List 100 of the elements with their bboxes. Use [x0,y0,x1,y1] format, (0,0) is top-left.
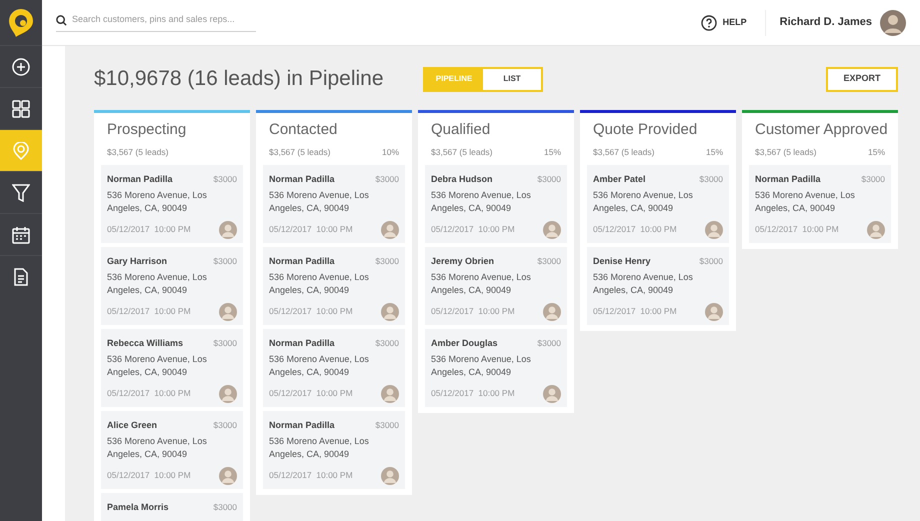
lead-amount: $3000 [861,173,885,186]
column-summary: $3,567 (5 leads) [593,146,654,158]
column-title: Customer Approved [755,120,885,140]
export-button[interactable]: EXPORT [826,66,898,92]
lead-amount: $3000 [213,173,237,186]
sidebar-item[interactable] [0,129,42,171]
lead-date: 05/12/2017 10:00 PM [107,305,191,318]
search-field[interactable]: Search customers, pins and sales reps... [56,13,256,32]
lead-card[interactable]: Norman Padilla $3000 536 Moreno Avenue, Los Angeles, CA, 90049 05/12/2017 10:00 PM [263,329,405,408]
help-icon [700,14,717,30]
avatar-icon [219,466,237,485]
lead-name: Norman Padilla [269,419,335,432]
column-percent: 15% [868,146,885,158]
lead-amount: $3000 [537,173,561,186]
lead-amount: $3000 [213,255,237,268]
column-title: Prospecting [107,120,188,140]
lead-card[interactable]: Amber Patel $3000 536 Moreno Avenue, Los Angeles, CA, 90049 05/12/2017 10:00 PM [587,165,729,244]
lead-card[interactable]: Denise Henry $3000 536 Moreno Avenue, Los Angeles, CA, 90049 05/12/2017 10:00 PM [587,247,729,326]
lead-card[interactable]: Alice Green $3000 536 Moreno Avenue, Los Angeles, CA, 90049 05/12/2017 10:00 PM [101,411,243,490]
lead-amount: $3000 [375,419,399,432]
column-summary: $3,567 (5 leads) [755,146,816,158]
lead-name: Norman Padilla [269,337,335,350]
lead-name: Rebecca Williams [107,337,183,350]
grid-icon [12,100,30,118]
column-summary: $3,567 (5 leads) [269,146,330,158]
lead-address: 536 Moreno Avenue, Los Angeles, CA, 90049 [107,434,208,461]
column-title: Quote Provided [593,120,698,140]
lead-date: 05/12/2017 10:00 PM [431,305,515,318]
lead-date: 05/12/2017 10:00 PM [593,305,677,318]
lead-card[interactable]: Gary Harrison $3000 536 Moreno Avenue, Los Angeles, CA, 90049 05/12/2017 10:00 PM [101,247,243,326]
lead-amount: $3000 [699,173,723,186]
lead-name: Norman Padilla [755,173,821,186]
lead-date: 05/12/2017 10:00 PM [593,223,677,236]
column-percent: 15% [706,146,723,158]
column-summary: $3,567 (5 leads) [431,146,492,158]
help-button[interactable]: HELP [700,10,766,36]
add-icon [12,58,30,76]
column-summary: $3,567 (5 leads) [107,146,168,158]
column-title: Qualified [431,120,492,140]
avatar-icon [381,220,399,239]
lead-date: 05/12/2017 10:00 PM [431,223,515,236]
lead-name: Alice Green [107,419,158,432]
avatar-icon [543,220,561,239]
lead-amount: $3000 [375,337,399,350]
lead-name: Pamela Morris [107,501,169,514]
lead-address: 536 Moreno Avenue, Los Angeles, CA, 90049 [107,188,208,215]
lead-amount: $3000 [375,255,399,268]
pipeline-title: $10,9678 (16 leads) in Pipeline [94,66,385,92]
lead-card[interactable]: Norman Padilla $3000 536 Moreno Avenue, Los Angeles, CA, 90049 05/12/2017 10:00 PM [263,165,405,244]
avatar-icon[interactable] [880,10,906,36]
lead-date: 05/12/2017 10:00 PM [755,223,839,236]
column-percent: 10% [382,146,399,158]
avatar-icon [705,220,723,239]
lead-address: 536 Moreno Avenue, Los Angeles, CA, 90049 [431,188,532,215]
lead-date: 05/12/2017 10:00 PM [107,469,191,482]
lead-amount: $3000 [537,337,561,350]
view-tab[interactable]: LIST [483,68,541,90]
lead-address: 536 Moreno Avenue, Los Angeles, CA, 90049 [107,270,208,297]
lead-name: Debra Hudson [431,173,493,186]
avatar-icon [543,302,561,321]
lead-card[interactable]: Norman Padilla $3000 536 Moreno Avenue, Los Angeles, CA, 90049 05/12/2017 10:00 PM [749,165,891,244]
lead-amount: $3000 [699,255,723,268]
lead-address: 536 Moreno Avenue, Los Angeles, CA, 90049 [593,270,694,297]
avatar-icon [381,384,399,403]
lead-address: 536 Moreno Avenue, Los Angeles, CA, 90049 [269,188,370,215]
lead-address: 536 Moreno Avenue, Los Angeles, CA, 90049 [107,352,208,379]
lead-date: 05/12/2017 10:00 PM [269,469,353,482]
lead-card[interactable]: Amber Douglas $3000 536 Moreno Avenue, Los Angeles, CA, 90049 05/12/2017 10:00 PM [425,329,567,408]
lead-card[interactable]: Norman Padilla $3000 536 Moreno Avenue, Los Angeles, CA, 90049 05/12/2017 10:00 PM [263,411,405,490]
lead-date: 05/12/2017 10:00 PM [107,223,191,236]
lead-date: 05/12/2017 10:00 PM [269,305,353,318]
filter-icon [12,184,30,202]
avatar-icon [381,302,399,321]
lead-address: 536 Moreno Avenue, Los Angeles, CA, 90049 [269,270,370,297]
search-icon [56,14,67,26]
lead-card[interactable]: Norman Padilla $3000 536 Moreno Avenue, Los Angeles, CA, 90049 05/12/2017 10:00 PM [263,247,405,326]
lead-amount: $3000 [213,501,237,514]
lead-name: Amber Douglas [431,337,498,350]
lead-name: Denise Henry [593,255,651,268]
lead-card[interactable]: Norman Padilla $3000 536 Moreno Avenue, Los Angeles, CA, 90049 05/12/2017 10:00 PM [101,165,243,244]
lead-address: 536 Moreno Avenue, Los Angeles, CA, 90049 [755,188,856,215]
lead-address: 536 Moreno Avenue, Los Angeles, CA, 90049 [593,188,694,215]
lead-card[interactable]: Jeremy Obrien $3000 536 Moreno Avenue, Los Angeles, CA, 90049 05/12/2017 10:00 PM [425,247,567,326]
lead-amount: $3000 [213,419,237,432]
lead-name: Jeremy Obrien [431,255,494,268]
user-name[interactable]: Richard D. James [780,14,872,31]
avatar-icon [867,220,885,239]
avatar-icon [381,466,399,485]
lead-date: 05/12/2017 10:00 PM [431,387,515,400]
lead-name: Norman Padilla [269,255,335,268]
avatar-icon [219,220,237,239]
lead-date: 05/12/2017 10:00 PM [107,387,191,400]
lead-card[interactable]: Debra Hudson $3000 536 Moreno Avenue, Los Angeles, CA, 90049 05/12/2017 10:00 PM [425,165,567,244]
avatar-icon [219,302,237,321]
lead-date: 05/12/2017 10:00 PM [269,223,353,236]
lead-name: Amber Patel [593,173,646,186]
lead-card[interactable]: Rebecca Williams $3000 536 Moreno Avenue, Los Angeles, CA, 90049 05/12/2017 10:00 PM [101,329,243,408]
lead-name: Gary Harrison [107,255,168,268]
lead-address: 536 Moreno Avenue, Los Angeles, CA, 90049 [269,434,370,461]
lead-card[interactable]: Pamela Morris $3000 [101,493,243,521]
